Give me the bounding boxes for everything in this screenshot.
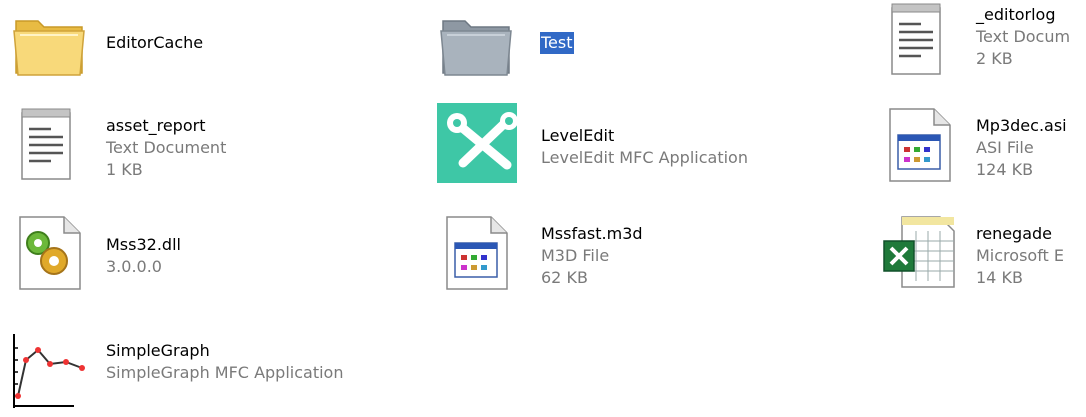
file-name: SimpleGraph <box>106 341 210 360</box>
file-version: 3.0.0.0 <box>106 257 162 276</box>
file-name: Mp3dec.asi <box>976 116 1067 135</box>
file-name: LevelEdit <box>541 126 615 145</box>
file-item-renegade[interactable]: renegade Microsoft E 14 KB <box>880 213 1086 293</box>
text-document-icon <box>10 105 90 185</box>
file-type: Text Document <box>106 138 227 157</box>
file-name: _editorlog <box>976 5 1056 24</box>
file-name: Mssfast.m3d <box>541 224 643 243</box>
file-type: SimpleGraph MFC Application <box>106 363 344 382</box>
file-item-test[interactable]: Test <box>437 5 797 85</box>
file-name: Mss32.dll <box>106 235 181 254</box>
file-size: 14 KB <box>976 268 1023 287</box>
file-item-mp3dec[interactable]: Mp3dec.asi ASI File 124 KB <box>880 105 1086 185</box>
file-size: 2 KB <box>976 49 1013 68</box>
file-item-asset-report[interactable]: asset_report Text Document 1 KB <box>10 105 390 185</box>
file-type: Microsoft E <box>976 246 1065 265</box>
tools-app-icon <box>437 103 517 183</box>
file-name: EditorCache <box>106 33 204 52</box>
file-name: renegade <box>976 224 1053 243</box>
file-view-tiles: EditorCache Test _editorlog Text Docum 2 <box>0 0 1086 417</box>
file-size: 1 KB <box>106 160 143 179</box>
excel-icon <box>880 213 960 293</box>
file-item-editorcache[interactable]: EditorCache <box>10 5 390 85</box>
system-file-icon <box>880 105 960 185</box>
system-file-icon <box>437 213 517 293</box>
file-item-editorlog[interactable]: _editorlog Text Docum 2 KB <box>880 0 1086 80</box>
folder-selected-icon <box>437 5 517 85</box>
file-name: asset_report <box>106 116 206 135</box>
file-item-simplegraph[interactable]: SimpleGraph SimpleGraph MFC Application <box>10 330 390 410</box>
dll-gear-icon <box>10 213 90 293</box>
file-type: Text Docum <box>976 27 1071 46</box>
folder-icon <box>10 5 90 85</box>
graph-app-icon <box>10 330 90 410</box>
file-type: ASI File <box>976 138 1034 157</box>
file-type: M3D File <box>541 246 610 265</box>
file-type: LevelEdit MFC Application <box>541 148 748 167</box>
file-size: 62 KB <box>541 268 588 287</box>
file-size: 124 KB <box>976 160 1034 179</box>
file-item-leveledit[interactable]: LevelEdit LevelEdit MFC Application <box>437 103 797 183</box>
text-document-icon <box>880 0 960 80</box>
file-item-mssfast[interactable]: Mssfast.m3d M3D File 62 KB <box>437 213 797 293</box>
file-name: Test <box>540 32 574 54</box>
file-item-mss32[interactable]: Mss32.dll 3.0.0.0 <box>10 213 390 293</box>
